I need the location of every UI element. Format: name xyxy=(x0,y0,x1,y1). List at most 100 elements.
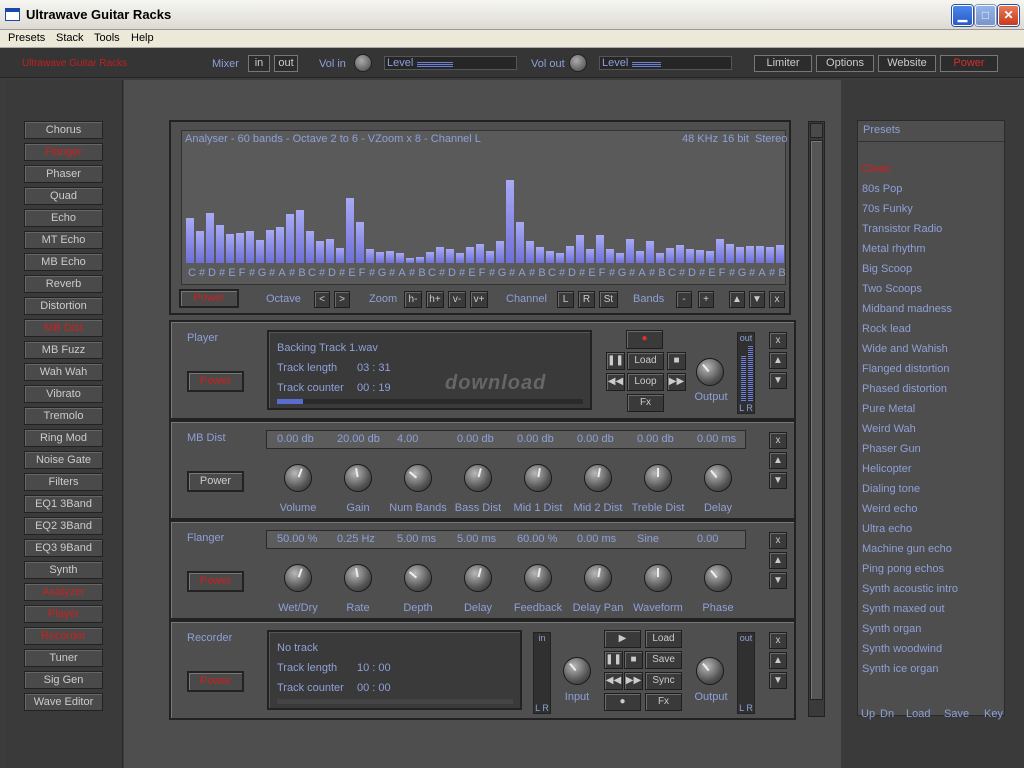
mixer-in-button[interactable]: in xyxy=(248,55,270,72)
preset-up-button[interactable]: Up xyxy=(861,708,875,720)
effect-sig-gen-button[interactable]: Sig Gen xyxy=(24,671,103,689)
recorder-sync-button[interactable]: Sync xyxy=(645,672,682,690)
recorder-load-button[interactable]: Load xyxy=(645,630,682,648)
preset-item[interactable]: Helicopter xyxy=(862,463,912,475)
effect-chorus-button[interactable]: Chorus xyxy=(24,121,103,139)
preset-item[interactable]: Synth organ xyxy=(862,623,921,635)
analyser-close-button[interactable]: x xyxy=(769,291,785,308)
rack-scrollbar[interactable] xyxy=(808,121,825,717)
preset-item[interactable]: Ping pong echos xyxy=(862,563,944,575)
mbdist-num-bands-knob[interactable] xyxy=(404,464,432,492)
preset-item[interactable]: Dialing tone xyxy=(862,483,920,495)
player-forward-button[interactable]: ▶▶ xyxy=(667,373,686,391)
effect-wah-wah-button[interactable]: Wah Wah xyxy=(24,363,103,381)
website-button[interactable]: Website xyxy=(878,55,936,72)
effect-eq1-3band-button[interactable]: EQ1 3Band xyxy=(24,495,103,513)
effect-reverb-button[interactable]: Reverb xyxy=(24,275,103,293)
flanger-delay-knob[interactable] xyxy=(464,564,492,592)
effect-tremolo-button[interactable]: Tremolo xyxy=(24,407,103,425)
effect-mb-fuzz-button[interactable]: MB Fuzz xyxy=(24,341,103,359)
channel-stereo-button[interactable]: St xyxy=(599,291,618,308)
preset-item[interactable]: Ultra echo xyxy=(862,523,912,535)
scroll-thumb[interactable] xyxy=(810,140,823,700)
mbdist-mid-2-dist-knob[interactable] xyxy=(584,464,612,492)
analyser-power-button[interactable]: Power xyxy=(179,289,239,308)
menu-help[interactable]: Help xyxy=(131,32,154,44)
master-power-button[interactable]: Power xyxy=(940,55,998,72)
effect-quad-button[interactable]: Quad xyxy=(24,187,103,205)
effect-distortion-button[interactable]: Distortion xyxy=(24,297,103,315)
effect-analyzer-button[interactable]: Analyzer xyxy=(24,583,103,601)
effect-wave-editor-button[interactable]: Wave Editor xyxy=(24,693,103,711)
player-rewind-button[interactable]: ◀◀ xyxy=(606,373,625,391)
preset-item[interactable]: Machine gun echo xyxy=(862,543,952,555)
menu-tools[interactable]: Tools xyxy=(94,32,120,44)
preset-item[interactable]: 70s Funky xyxy=(862,203,913,215)
preset-item[interactable]: Synth acoustic intro xyxy=(862,583,958,595)
player-power-button[interactable]: Power xyxy=(187,371,244,392)
channel-l-button[interactable]: L xyxy=(557,291,574,308)
flanger-rate-knob[interactable] xyxy=(344,564,372,592)
preset-item[interactable]: Metal rhythm xyxy=(862,243,926,255)
player-output-knob[interactable] xyxy=(696,358,724,386)
preset-item[interactable]: Synth woodwind xyxy=(862,643,942,655)
player-up-button[interactable]: ▲ xyxy=(769,352,787,369)
preset-item[interactable]: Midband madness xyxy=(862,303,952,315)
minimize-button[interactable]: ▁ xyxy=(952,5,973,26)
vol-out-knob[interactable] xyxy=(569,54,587,72)
octave-down-button[interactable]: < xyxy=(314,291,330,308)
mbdist-power-button[interactable]: Power xyxy=(187,471,244,492)
recorder-stop-button[interactable]: ■ xyxy=(624,651,643,669)
analyser-move-up-button[interactable]: ▲ xyxy=(729,291,745,308)
preset-item[interactable]: Phased distortion xyxy=(862,383,947,395)
preset-item[interactable]: Rock lead xyxy=(862,323,911,335)
flanger-delay-pan-knob[interactable] xyxy=(584,564,612,592)
mbdist-close-button[interactable]: x xyxy=(769,432,787,449)
mbdist-delay-knob[interactable] xyxy=(704,464,732,492)
preset-item[interactable]: Flanged distortion xyxy=(862,363,949,375)
effect-mb-dist-button[interactable]: MB Dist xyxy=(24,319,103,337)
effect-flanger-button[interactable]: Flanger xyxy=(24,143,103,161)
scroll-up-button[interactable] xyxy=(810,123,823,138)
mbdist-up-button[interactable]: ▲ xyxy=(769,452,787,469)
mixer-out-button[interactable]: out xyxy=(274,55,298,72)
flanger-down-button[interactable]: ▼ xyxy=(769,572,787,589)
flanger-waveform-knob[interactable] xyxy=(644,564,672,592)
preset-key-button[interactable]: Key xyxy=(984,708,1003,720)
effect-echo-button[interactable]: Echo xyxy=(24,209,103,227)
preset-item[interactable]: Weird Wah xyxy=(862,423,916,435)
player-pause-button[interactable]: ❚❚ xyxy=(606,352,625,370)
zoom-h-minus-button[interactable]: h- xyxy=(404,291,422,308)
preset-save-button[interactable]: Save xyxy=(944,708,969,720)
preset-item[interactable]: Phaser Gun xyxy=(862,443,921,455)
effect-vibrato-button[interactable]: Vibrato xyxy=(24,385,103,403)
recorder-power-button[interactable]: Power xyxy=(187,671,244,692)
recorder-output-knob[interactable] xyxy=(696,657,724,685)
preset-load-button[interactable]: Load xyxy=(906,708,930,720)
effect-eq3-9band-button[interactable]: EQ3 9Band xyxy=(24,539,103,557)
flanger-wet-dry-knob[interactable] xyxy=(284,564,312,592)
zoom-v-plus-button[interactable]: v+ xyxy=(470,291,488,308)
bands-minus-button[interactable]: - xyxy=(676,291,692,308)
mbdist-mid-1-dist-knob[interactable] xyxy=(524,464,552,492)
recorder-save-button[interactable]: Save xyxy=(645,651,682,669)
limiter-button[interactable]: Limiter xyxy=(754,55,812,72)
player-fx-button[interactable]: Fx xyxy=(627,394,664,412)
preset-item[interactable]: Transistor Radio xyxy=(862,223,942,235)
effect-recorder-button[interactable]: Recorder xyxy=(24,627,103,645)
preset-item[interactable]: Pure Metal xyxy=(862,403,915,415)
vol-in-knob[interactable] xyxy=(354,54,372,72)
effect-mb-echo-button[interactable]: MB Echo xyxy=(24,253,103,271)
recorder-play-button[interactable]: ▶ xyxy=(604,630,641,648)
recorder-input-knob[interactable] xyxy=(563,657,591,685)
mbdist-gain-knob[interactable] xyxy=(344,464,372,492)
effect-player-button[interactable]: Player xyxy=(24,605,103,623)
options-button[interactable]: Options xyxy=(816,55,874,72)
player-loop-button[interactable]: Loop xyxy=(627,373,664,391)
player-down-button[interactable]: ▼ xyxy=(769,372,787,389)
close-window-button[interactable]: ✕ xyxy=(998,5,1019,26)
recorder-up-button[interactable]: ▲ xyxy=(769,652,787,669)
recorder-forward-button[interactable]: ▶▶ xyxy=(624,672,643,690)
flanger-power-button[interactable]: Power xyxy=(187,571,244,592)
menu-presets[interactable]: Presets xyxy=(8,32,45,44)
